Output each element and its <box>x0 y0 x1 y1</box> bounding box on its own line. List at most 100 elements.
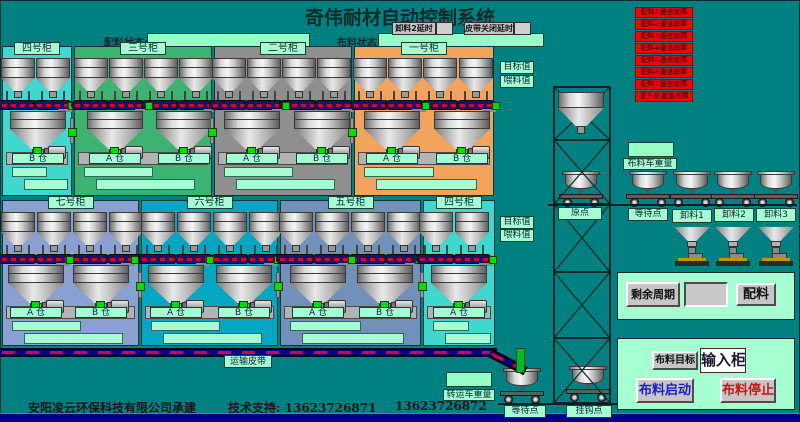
cabinet-tab: 三号柜 <box>120 42 166 55</box>
unload2-label: 卸料2 <box>714 208 754 222</box>
vibrating-feeder <box>0 254 38 264</box>
valve-indicator <box>489 256 497 264</box>
bin-label: B 仓 <box>158 153 210 164</box>
silo-body <box>279 221 313 232</box>
silo-outlet <box>190 245 198 252</box>
value-bar <box>12 321 81 331</box>
value-bar <box>445 333 491 344</box>
weigh-hopper-body <box>73 273 129 283</box>
vibrating-feeder <box>210 254 250 264</box>
weigh-hopper-body <box>224 119 280 129</box>
weigh-hopper-body <box>87 119 143 129</box>
silo-body <box>282 67 316 78</box>
valve-indicator <box>66 256 74 264</box>
valve-indicator <box>348 128 357 137</box>
footer-phone2: 13623726872 <box>395 399 487 413</box>
feed-value-label-top: 喂料值 <box>500 75 534 88</box>
value-bar <box>302 333 404 344</box>
alarm-indicator-7: 配料7通信故障 <box>635 79 693 90</box>
silo-body <box>423 67 457 78</box>
silo-body <box>315 221 349 232</box>
value-bar <box>224 167 293 177</box>
silo-body <box>36 67 70 78</box>
alarm-indicator-6: 配料6通信故障 <box>635 67 693 78</box>
footer-strip <box>0 413 800 422</box>
silo-body <box>247 67 281 78</box>
bin-label: B 仓 <box>296 153 348 164</box>
vibrating-feeder <box>416 254 456 264</box>
unload-base <box>675 261 709 266</box>
silo-outlet <box>122 245 130 252</box>
value-bar <box>290 321 361 331</box>
cart-bowl <box>717 174 749 189</box>
buliao-start-button[interactable]: 布料启动 <box>636 378 694 403</box>
value-bar <box>151 321 220 331</box>
silo-outlet <box>364 245 372 252</box>
bin-label: A 仓 <box>433 307 485 318</box>
weigh-hopper-body <box>216 273 272 283</box>
bin-label: A 仓 <box>292 307 344 318</box>
tower-hopper-body <box>558 92 604 108</box>
alarm-indicator-2: 配料2通信故障 <box>635 19 693 30</box>
silo-outlet <box>262 245 270 252</box>
bin-label: B 仓 <box>436 153 488 164</box>
bin-label: A 仓 <box>226 153 278 164</box>
target-value-label-bottom: 目标值 <box>500 216 534 229</box>
vibrating-feeder <box>71 100 111 110</box>
silo-body <box>419 221 453 232</box>
buliao-target-input[interactable]: 输入柜 <box>700 348 746 373</box>
unload-funnel <box>758 227 794 241</box>
cabinet-tab: 六号柜 <box>187 196 233 209</box>
valve-indicator <box>136 282 145 291</box>
silo-outlet <box>432 245 440 252</box>
unload1-label: 卸料1 <box>672 209 712 223</box>
silo-body <box>317 67 351 78</box>
silo-body <box>73 221 107 232</box>
value-bar <box>163 333 262 344</box>
peiliao-button[interactable]: 配料 <box>736 283 776 306</box>
vibrating-feeder <box>70 254 110 264</box>
alarm-indicator-1: 配料1通信故障 <box>635 7 693 18</box>
transport-belt-label: 运输皮带 <box>224 355 272 368</box>
weigh-hopper-body <box>10 119 66 129</box>
cart-bowl <box>632 174 664 189</box>
bin-label: B 仓 <box>218 307 270 318</box>
silo-body <box>212 67 246 78</box>
silo-outlet <box>472 91 480 98</box>
transfer-cart-weight-box <box>446 372 492 387</box>
value-bar <box>12 167 47 177</box>
tower-hopper-tip <box>577 126 585 134</box>
buliao-stop-button[interactable]: 布料停止 <box>720 378 776 403</box>
unload-base <box>716 261 750 266</box>
value-bar <box>24 179 68 190</box>
value-bar <box>24 333 123 344</box>
silo-body <box>179 67 213 78</box>
silo-outlet <box>330 91 338 98</box>
silo-outlet <box>154 245 162 252</box>
transfer-cart-weight-label: 转运车重量 <box>443 389 495 401</box>
silo-body <box>351 221 385 232</box>
valve-indicator <box>282 102 290 110</box>
alarm-indicator-4: 配料4通信故障 <box>635 43 693 54</box>
weigh-hopper-body <box>431 273 487 283</box>
silo-body <box>353 67 387 78</box>
cart-bowl <box>760 174 792 189</box>
alarm-stack: 配料1通信故障配料2通信故障配料3通信故障配料4通信故障配料5通信故障配料6通信… <box>635 7 693 103</box>
silo-body <box>74 67 108 78</box>
unload-base <box>759 261 793 266</box>
value-bar <box>364 167 434 177</box>
target-value-label-top: 目标值 <box>500 61 534 74</box>
silo-body <box>37 221 71 232</box>
unload-funnel <box>715 227 751 241</box>
wait-point-label-bottom: 等待点 <box>504 405 546 418</box>
bin-label: A 仓 <box>150 307 202 318</box>
valve-indicator <box>418 282 427 291</box>
remaining-cycle-label: 剩余周期 <box>626 282 680 307</box>
value-bar <box>96 179 195 190</box>
bin-label: B 仓 <box>75 307 127 318</box>
upper-cart-rail <box>548 204 797 206</box>
silo-outlet <box>295 91 303 98</box>
silo-outlet <box>192 91 200 98</box>
distribution-cart-weight-label: 布料车重量 <box>623 158 677 170</box>
silo-outlet <box>260 91 268 98</box>
